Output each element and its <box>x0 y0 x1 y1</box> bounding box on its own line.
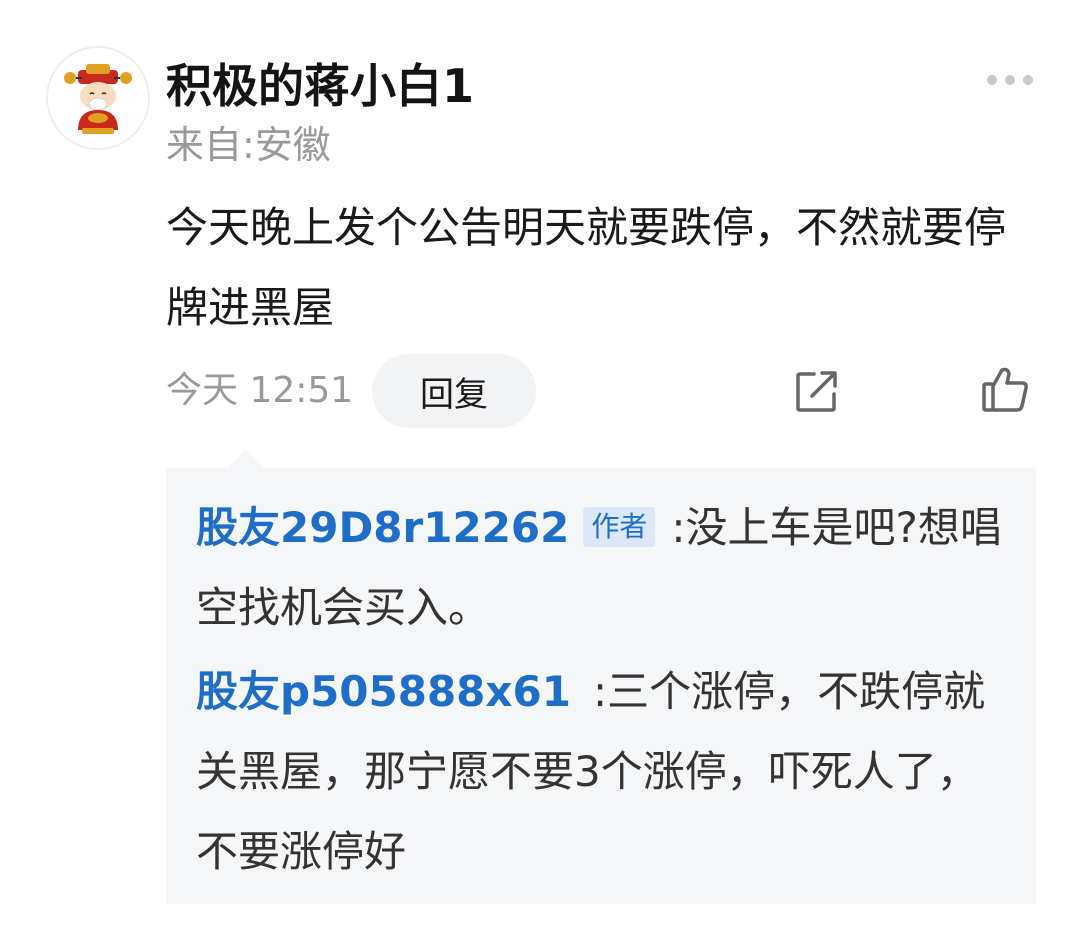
fortune-god-avatar-icon <box>64 64 132 134</box>
reply-button[interactable]: 回复 <box>372 354 536 428</box>
reply-author[interactable]: 股友p505888x61 <box>196 667 571 716</box>
reply-item[interactable]: 股友p505888x61:三个涨停，不跌停就关黑屋，那宁愿不要3个涨停，吓死人了… <box>196 652 1006 892</box>
more-dots-icon[interactable] <box>984 70 1036 90</box>
thumbs-up-icon[interactable] <box>980 364 1030 414</box>
location-label: 来自:安徽 <box>166 123 331 167</box>
reply-box-pointer <box>226 450 266 470</box>
reply-separator: : <box>592 667 608 716</box>
reply-list: 股友29D8r12262 作者:没上车是吧?想唱空找机会买入。 股友p505888… <box>166 468 1036 904</box>
timestamp: 今天 12:51 <box>166 370 354 411</box>
comment-text: 今天晚上发个公告明天就要跌停，不然就要停牌进黑屋 <box>166 203 1007 332</box>
author-badge: 作者 <box>583 507 656 547</box>
reply-item[interactable]: 股友29D8r12262 作者:没上车是吧?想唱空找机会买入。 <box>196 488 1006 648</box>
reply-separator: : <box>671 503 686 552</box>
avatar[interactable] <box>46 46 150 150</box>
username[interactable]: 积极的蒋小白1 <box>166 56 474 116</box>
reply-author[interactable]: 股友29D8r12262 <box>196 503 569 552</box>
share-icon[interactable] <box>794 368 840 414</box>
